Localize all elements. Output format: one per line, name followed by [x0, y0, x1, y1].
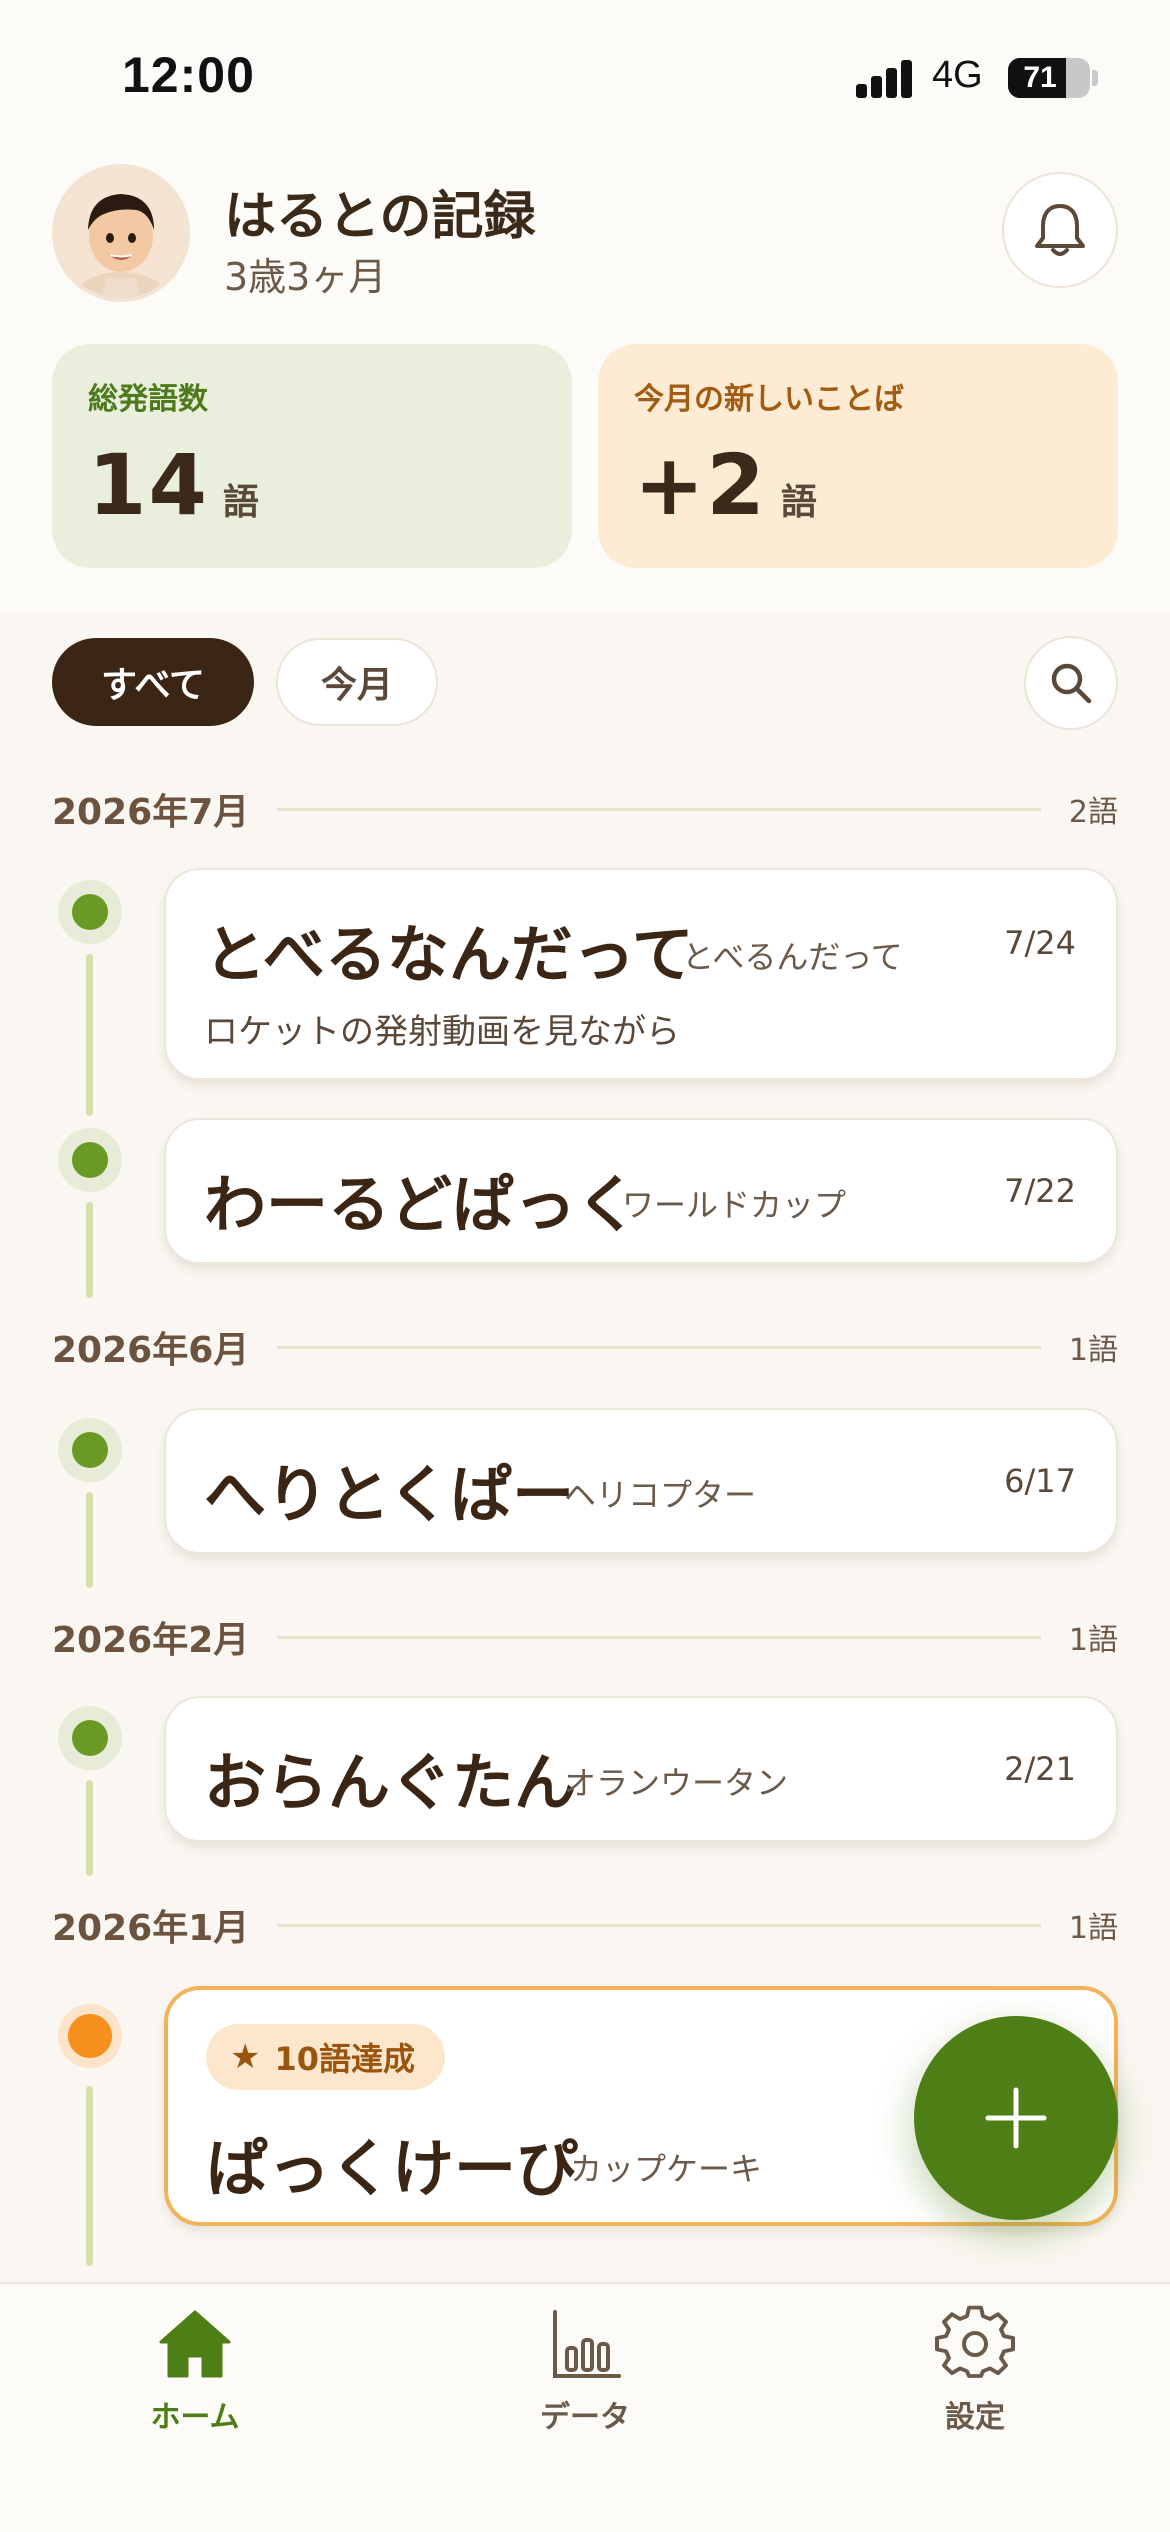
word-note: ロケットの発射動画を見ながら [204, 1012, 680, 1052]
battery-icon: 71 [1008, 58, 1090, 98]
bell-icon [1035, 204, 1085, 256]
word-text: ぱっくけーぴ [206, 2132, 579, 2205]
milestone-timeline-dot [58, 2004, 122, 2068]
word-reading: オランウータン [564, 1764, 789, 1802]
child-photo-icon [56, 168, 186, 298]
word-date: 7/22 [1004, 1172, 1076, 1210]
monthly-new-words-label: 今月の新しいことば [634, 382, 904, 417]
month-header: 2026年1月 1語 [52, 1900, 1118, 1950]
word-reading: ワールドカップ [622, 1186, 847, 1224]
plus-icon [985, 2087, 1047, 2149]
word-text: へりとくぱー [204, 1458, 575, 1531]
monthly-new-words-card: 今月の新しいことば +2 語 [598, 344, 1118, 568]
notifications-button[interactable] [1002, 172, 1118, 288]
nav-settings[interactable]: 設定 [865, 2304, 1085, 2436]
month-label: 2026年1月 [52, 1908, 250, 1949]
word-date: 6/17 [1004, 1462, 1076, 1500]
month-divider [277, 1923, 1041, 1927]
timeline-dot [58, 1706, 122, 1770]
monthly-new-words-value: +2 [634, 436, 767, 534]
gear-icon [935, 2305, 1015, 2378]
total-words-label: 総発語数 [88, 382, 208, 417]
month-divider [277, 1345, 1041, 1349]
month-header: 2026年7月 2語 [52, 784, 1118, 834]
child-age: 3歳3ヶ月 [224, 255, 387, 299]
search-icon [1051, 663, 1092, 704]
timeline-line [86, 1492, 93, 1588]
page-title: はるとの記録 [224, 187, 536, 247]
total-words-unit: 語 [222, 482, 259, 523]
timeline-dot [58, 880, 122, 944]
status-bar: 12:00 4G 71 [0, 0, 1170, 150]
month-label: 2026年2月 [52, 1620, 250, 1661]
month-count: 1語 [1068, 1623, 1118, 1658]
timeline-line [86, 1780, 93, 1876]
timeline-dot [58, 1418, 122, 1482]
word-reading: とべるんだって [682, 938, 903, 976]
bottom-nav: ホーム データ 設定 [0, 2282, 1170, 2532]
month-header: 2026年6月 1語 [52, 1322, 1118, 1372]
word-card[interactable]: へりとくぱー ヘリコプター 6/17 [164, 1408, 1118, 1554]
header: はるとの記録 3歳3ヶ月 総発語数 14 語 今月の新しいことば +2 語 [0, 150, 1170, 610]
milestone-badge-label: 10語達成 [274, 2040, 416, 2078]
word-text: とべるなんだって [204, 918, 694, 991]
month-count: 2語 [1068, 795, 1118, 830]
month-header: 2026年2月 1語 [52, 1612, 1118, 1662]
timeline-line [86, 1202, 93, 1298]
month-divider [277, 807, 1041, 811]
word-reading: カップケーキ [570, 2150, 763, 2188]
status-time: 12:00 [122, 47, 255, 103]
chart-icon [553, 2310, 621, 2378]
word-date: 7/24 [1004, 924, 1076, 962]
word-date: 2/21 [1004, 1750, 1076, 1788]
word-text: おらんぐたん [204, 1746, 577, 1819]
signal-icon [856, 58, 916, 98]
word-card[interactable]: とべるなんだって とべるんだって 7/24 ロケットの発射動画を見ながら [164, 868, 1118, 1080]
nav-home-label: ホーム [150, 2400, 240, 2435]
total-words-card: 総発語数 14 語 [52, 344, 572, 568]
month-count: 1語 [1068, 1911, 1118, 1946]
word-card[interactable]: おらんぐたん オランウータン 2/21 [164, 1696, 1118, 1842]
network-type: 4G [932, 54, 983, 96]
month-count: 1語 [1068, 1333, 1118, 1368]
word-card[interactable]: わーるどぱっく ワールドカップ 7/22 [164, 1118, 1118, 1264]
nav-home[interactable]: ホーム [85, 2304, 305, 2436]
month-label: 2026年6月 [52, 1330, 250, 1371]
search-button[interactable] [1024, 636, 1118, 730]
monthly-new-words-unit: 語 [780, 482, 817, 523]
month-label: 2026年7月 [52, 792, 250, 833]
word-text: わーるどぱっく [204, 1168, 639, 1241]
milestone-badge: ★ 10語達成 [206, 2024, 446, 2090]
total-words-value: 14 [88, 436, 209, 534]
word-reading: ヘリコプター [564, 1476, 757, 1514]
timeline-line [86, 2086, 93, 2266]
home-icon [159, 2310, 231, 2378]
month-divider [277, 1635, 1041, 1639]
battery-tip [1092, 70, 1098, 86]
nav-data[interactable]: データ [475, 2304, 695, 2436]
add-word-button[interactable] [914, 2016, 1118, 2220]
filter-this-month-button[interactable]: 今月 [276, 638, 438, 726]
nav-data-label: データ [540, 2400, 630, 2435]
timeline-line [86, 954, 93, 1116]
star-icon: ★ [230, 2037, 261, 2077]
nav-settings-label: 設定 [945, 2400, 1005, 2435]
filter-all-button[interactable]: すべて [52, 638, 254, 726]
timeline-dot [58, 1128, 122, 1192]
avatar[interactable] [52, 164, 190, 302]
battery-level: 71 [1023, 61, 1057, 94]
